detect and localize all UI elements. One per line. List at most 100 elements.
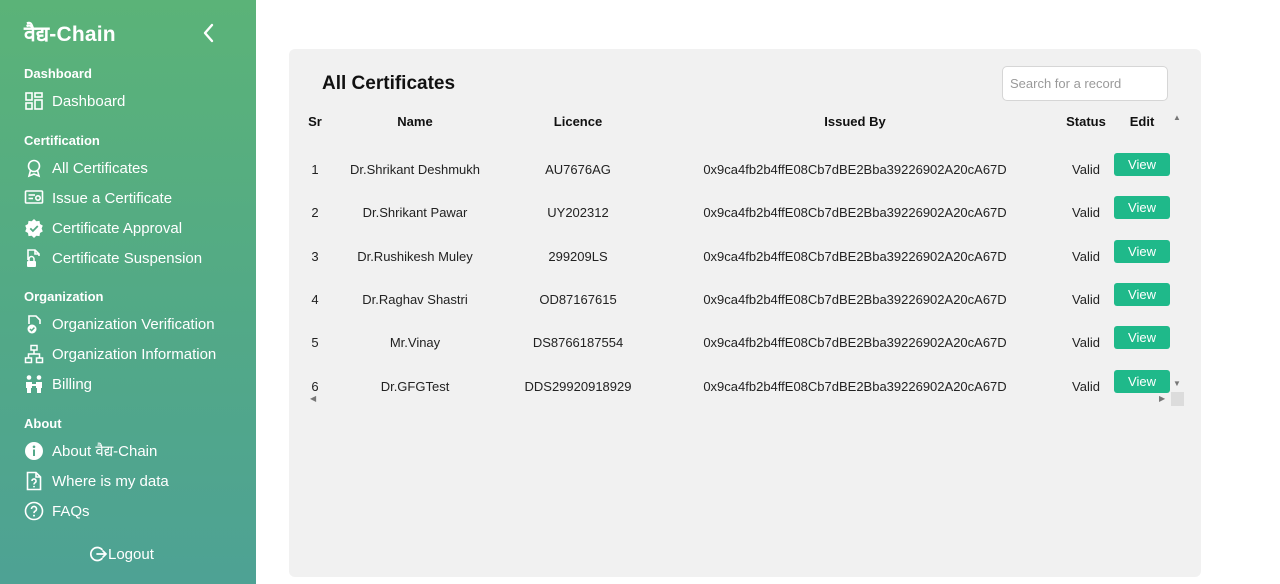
column-header-name: Name: [397, 114, 433, 129]
cell-status: Valid: [1072, 205, 1100, 221]
logout-label: Logout: [108, 545, 154, 563]
cell-licence: OD87167615: [539, 291, 617, 307]
cell-licence: AU7676AG: [545, 162, 611, 177]
verified-badge-icon: [24, 218, 44, 238]
table-row: 2 Dr.Shrikant Pawar UY202312 0x9ca4fb2b4…: [289, 196, 1189, 239]
cell-issued-by: 0x9ca4fb2b4ffE08Cb7dBE2Bba39226902A20cA6…: [703, 162, 1007, 177]
cell-licence: UY202312: [547, 205, 609, 221]
sidebar-item-label: About वैद्य-Chain: [52, 443, 158, 460]
sidebar-item-dashboard[interactable]: Dashboard: [24, 88, 125, 114]
scrollbar-corner: [1171, 392, 1184, 406]
view-button[interactable]: View: [1114, 369, 1170, 393]
cell-sr: 4: [311, 291, 319, 307]
table-row: 6 Dr.GFGTest DDS29920918929 0x9ca4fb2b4f…: [289, 369, 1189, 413]
chevron-left-icon: [203, 23, 214, 43]
view-button[interactable]: View: [1114, 326, 1170, 350]
sidebar-item-label: Certificate Suspension: [52, 249, 203, 267]
cell-sr: 5: [311, 335, 319, 351]
cell-issued-by: 0x9ca4fb2b4ffE08Cb7dBE2Bba39226902A20cA6…: [703, 205, 1007, 221]
award-icon: [24, 158, 44, 178]
cell-status: Valid: [1072, 248, 1100, 264]
scroll-right-arrow[interactable]: ▶: [1159, 394, 1165, 403]
logout-button[interactable]: Logout: [88, 542, 154, 566]
sidebar-item-label: Organization Information: [52, 345, 217, 363]
collapse-sidebar-button[interactable]: [198, 20, 220, 46]
cell-issued-by: 0x9ca4fb2b4ffE08Cb7dBE2Bba39226902A20cA6…: [703, 378, 1007, 394]
sidebar-item-label: Certificate Approval: [52, 219, 183, 237]
sidebar-item-certificate-suspension[interactable]: Certificate Suspension: [24, 245, 202, 271]
sidebar-item-label: FAQs: [52, 502, 90, 520]
sidebar-item-label: Organization Verification: [52, 315, 215, 333]
column-header-sr: Sr: [308, 114, 322, 129]
question-circle-icon: [24, 501, 44, 521]
cell-status: Valid: [1072, 378, 1100, 394]
table-row: 4 Dr.Raghav Shastri OD87167615 0x9ca4fb2…: [289, 282, 1189, 326]
logout-icon: [88, 544, 108, 564]
cell-name: Dr.Shrikant Pawar: [362, 205, 468, 221]
cell-licence: DS8766187554: [532, 335, 624, 351]
cell-issued-by: 0x9ca4fb2b4ffE08Cb7dBE2Bba39226902A20cA6…: [703, 291, 1007, 307]
table-row: 1 Dr.Shrikant Deshmukh AU7676AG 0x9ca4fb…: [289, 153, 1189, 196]
cell-name: Dr.GFGTest: [380, 378, 450, 394]
cell-name: Dr.Rushikesh Muley: [357, 248, 473, 264]
dashboard-grid-icon: [24, 91, 44, 111]
cell-sr: 6: [311, 378, 319, 394]
view-button[interactable]: View: [1114, 153, 1170, 176]
sidebar-item-label: Dashboard: [52, 92, 126, 110]
cell-licence: DDS29920918929: [524, 378, 632, 394]
sidebar-item-about[interactable]: About वैद्य-Chain: [24, 438, 157, 464]
cell-status: Valid: [1072, 291, 1100, 307]
view-button[interactable]: View: [1114, 239, 1170, 263]
certificate-icon: [24, 188, 44, 208]
section-title-about: About: [24, 416, 62, 431]
cell-name: Dr.Raghav Shastri: [362, 291, 468, 307]
cell-licence: 299209LS: [548, 248, 608, 264]
cell-status: Valid: [1072, 335, 1100, 351]
column-header-edit: Edit: [1129, 114, 1155, 129]
org-chart-icon: [24, 344, 44, 364]
sidebar-item-faqs[interactable]: FAQs: [24, 498, 90, 524]
sidebar-item-label: All Certificates: [52, 159, 148, 177]
search-input[interactable]: [1002, 66, 1168, 101]
cell-sr: 1: [311, 162, 319, 177]
view-button[interactable]: View: [1114, 282, 1170, 306]
brand-logo-text: वैद्य-Chain: [24, 23, 116, 46]
cell-name: Mr.Vinay: [389, 335, 441, 351]
scroll-left-arrow[interactable]: ◀: [310, 394, 316, 403]
page-title: All Certificates: [322, 73, 456, 94]
section-title-organization: Organization: [24, 289, 104, 304]
cell-name: Dr.Shrikant Deshmukh: [349, 162, 481, 177]
file-question-icon: [24, 471, 44, 491]
scroll-up-arrow[interactable]: ▲: [1173, 113, 1181, 122]
info-icon: [24, 441, 44, 461]
column-header-issued-by: Issued By: [824, 114, 886, 129]
sidebar-item-certificate-approval[interactable]: Certificate Approval: [24, 215, 182, 241]
section-title-dashboard: Dashboard: [24, 66, 92, 81]
cell-sr: 2: [311, 205, 319, 221]
file-lock-icon: [24, 248, 44, 268]
sidebar-item-label: Billing: [52, 375, 93, 393]
sidebar-item-where-is-my-data[interactable]: Where is my data: [24, 468, 169, 494]
view-button[interactable]: View: [1114, 196, 1170, 220]
sidebar-item-all-certificates[interactable]: All Certificates: [24, 155, 148, 181]
sidebar-item-billing[interactable]: Billing: [24, 371, 92, 397]
scroll-down-arrow[interactable]: ▼: [1173, 379, 1181, 388]
cell-sr: 3: [311, 248, 319, 264]
cell-issued-by: 0x9ca4fb2b4ffE08Cb7dBE2Bba39226902A20cA6…: [703, 335, 1007, 351]
cell-status: Valid: [1072, 162, 1100, 177]
sidebar-item-organization-information[interactable]: Organization Information: [24, 341, 216, 367]
table-row: 5 Mr.Vinay DS8766187554 0x9ca4fb2b4ffE08…: [289, 326, 1189, 369]
table-row: 3 Dr.Rushikesh Muley 299209LS 0x9ca4fb2b…: [289, 239, 1189, 283]
section-title-certification: Certification: [24, 133, 100, 148]
column-header-licence: Licence: [553, 114, 603, 129]
billing-icon: [24, 374, 44, 394]
cell-issued-by: 0x9ca4fb2b4ffE08Cb7dBE2Bba39226902A20cA6…: [703, 248, 1007, 264]
sidebar-item-issue-certificate[interactable]: Issue a Certificate: [24, 185, 172, 211]
certificates-panel: All Certificates Sr Name Licence Issued …: [289, 49, 1201, 577]
sidebar: वैद्य-Chain Dashboard Dashboard Certific…: [0, 0, 256, 584]
sidebar-item-label: Issue a Certificate: [52, 189, 173, 207]
column-header-status: Status: [1066, 114, 1106, 129]
org-verify-icon: [24, 314, 44, 334]
sidebar-item-label: Where is my data: [52, 472, 169, 490]
sidebar-item-organization-verification[interactable]: Organization Verification: [24, 311, 215, 337]
